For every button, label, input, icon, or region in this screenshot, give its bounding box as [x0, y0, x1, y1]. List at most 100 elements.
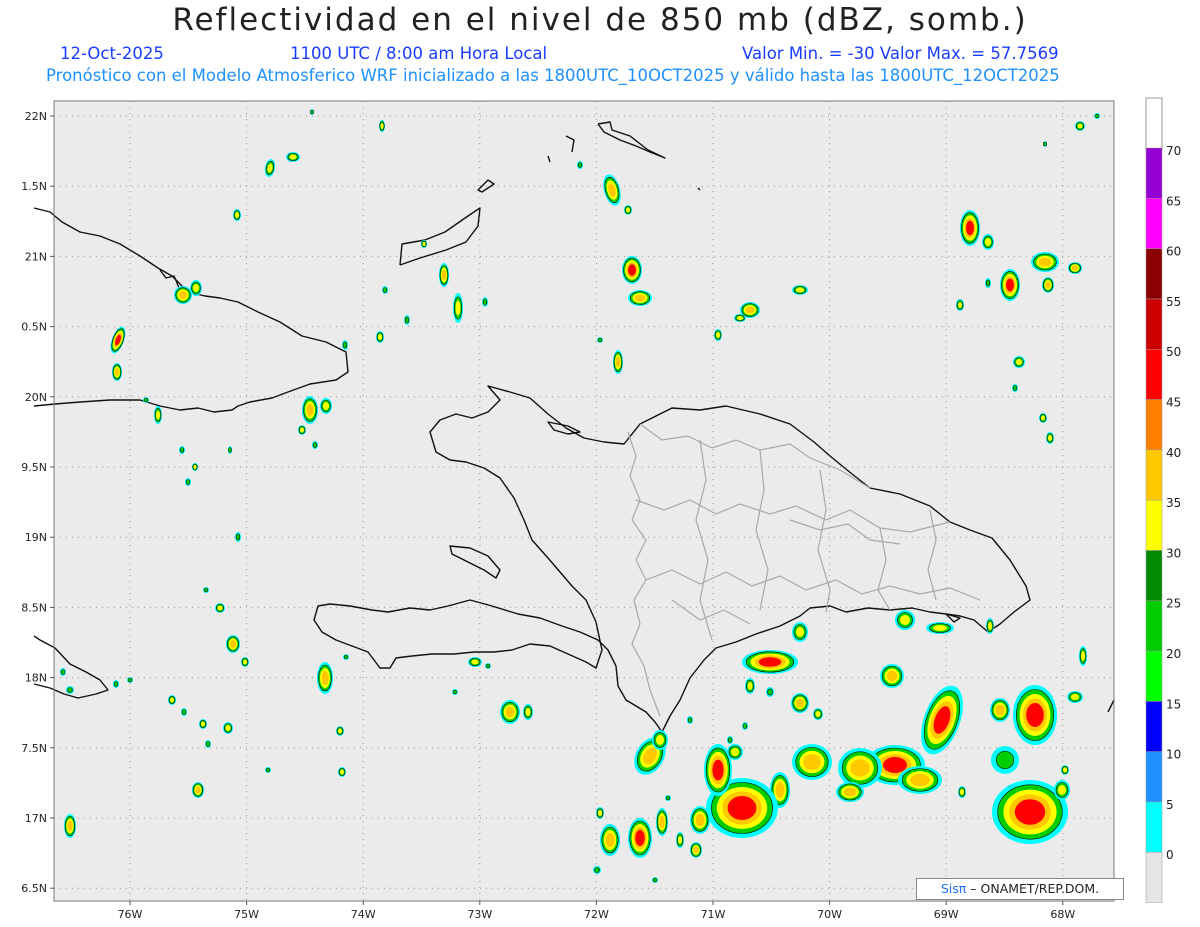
storm-cell	[1012, 384, 1018, 392]
colorbar-segment	[1145, 399, 1163, 451]
storm-cell	[223, 722, 233, 734]
storm-cell	[338, 767, 346, 777]
storm-cell	[235, 532, 241, 542]
colorbar-label: 5	[1166, 798, 1174, 812]
storm-cell	[1013, 685, 1057, 745]
reflectivity-map: 22N 1.5N 21N 0.5N 20N 9.5N 19N 8.5N 18N 7.5N 17N 6.…	[21, 97, 1181, 921]
lon-label: 73W	[467, 908, 492, 921]
storm-cell	[154, 406, 162, 424]
storm-cell	[382, 286, 388, 294]
colorbar-segment	[1145, 248, 1163, 300]
storm-cell	[113, 680, 119, 688]
storm-cell	[181, 708, 187, 716]
colorbar-label: 40	[1166, 446, 1181, 460]
storm-cell	[742, 722, 748, 730]
storm-cell	[982, 234, 994, 250]
storm-cell	[127, 677, 133, 683]
lon-label: 76W	[118, 908, 143, 921]
storm-cell	[958, 786, 966, 798]
storm-cell	[665, 795, 671, 801]
longitude-labels: 76W 75W 74W 73W 72W 71W 70W 69W 68W	[118, 901, 1075, 921]
storm-cell	[439, 263, 449, 287]
storm-cell	[215, 603, 225, 613]
lon-label: 74W	[351, 908, 376, 921]
lat-label: 21N	[25, 250, 47, 263]
storm-cell	[421, 240, 427, 248]
lon-label: 72W	[584, 908, 609, 921]
lat-label: 18N	[25, 672, 47, 685]
storm-cell	[317, 662, 333, 694]
colorbar: 0 5 10 15 20 25 30 35 40 45 50 55 60 65 70	[1145, 97, 1181, 903]
colorbar-segment	[1145, 298, 1163, 350]
storm-cell	[745, 678, 755, 694]
storm-cell	[1013, 356, 1025, 368]
storm-cell	[60, 668, 66, 676]
storm-cell	[1000, 269, 1020, 301]
lat-label: 19N	[25, 531, 47, 544]
storm-cell	[312, 441, 318, 449]
storm-cell	[298, 425, 306, 435]
storm-cell	[676, 832, 684, 848]
storm-cell	[226, 635, 240, 653]
storm-cell	[143, 397, 149, 403]
colorbar-segment	[1145, 550, 1163, 601]
storm-cell	[228, 446, 232, 454]
lat-label: 6.5N	[21, 882, 47, 895]
storm-cell	[628, 818, 652, 858]
storm-cell	[813, 708, 823, 720]
storm-cell	[174, 286, 192, 304]
storm-cell	[190, 280, 202, 296]
lon-label: 68W	[1050, 908, 1075, 921]
storm-cell	[838, 748, 882, 788]
map-background	[54, 101, 1114, 901]
colorbar-segment	[1145, 198, 1163, 249]
colorbar-label: 50	[1166, 345, 1181, 359]
lat-label: 9.5N	[21, 461, 47, 474]
storm-cell	[203, 587, 209, 593]
storm-cell	[112, 363, 122, 381]
colorbar-segment	[1145, 449, 1163, 501]
storm-cell	[727, 736, 733, 744]
colorbar-label: 55	[1166, 295, 1181, 309]
storm-cell	[64, 814, 76, 838]
sispi-logo: Sisπ	[940, 881, 967, 896]
storm-cell	[1075, 121, 1085, 131]
storm-cell	[192, 463, 198, 471]
colorbar-segment	[1145, 701, 1163, 752]
colorbar-label: 0	[1166, 848, 1174, 862]
storm-cell	[991, 746, 1019, 774]
storm-cell	[652, 877, 658, 883]
colorbar-label: 60	[1166, 245, 1181, 259]
storm-cell	[990, 698, 1010, 722]
storm-cell	[482, 297, 488, 307]
storm-cell	[985, 278, 991, 288]
storm-cell	[310, 109, 314, 115]
storm-cell	[1067, 691, 1083, 703]
colorbar-label: 65	[1166, 194, 1181, 208]
storm-cell	[652, 730, 668, 750]
storm-cell	[577, 161, 583, 169]
colorbar-segment	[1145, 801, 1163, 853]
lon-label: 75W	[234, 908, 259, 921]
colorbar-segment	[1145, 348, 1163, 400]
storm-cell	[379, 120, 385, 132]
colorbar-segment	[1145, 851, 1163, 903]
storm-cell	[926, 622, 954, 634]
lat-label: 7.5N	[21, 742, 47, 755]
storm-cell	[485, 663, 491, 669]
storm-cell	[766, 687, 774, 697]
storm-cell	[600, 824, 620, 856]
storm-cell	[622, 256, 642, 284]
colorbar-segment	[1145, 147, 1163, 199]
storm-cell	[453, 293, 463, 323]
storm-cell	[500, 700, 520, 724]
storm-cell	[714, 329, 722, 341]
credit-box: Sisπ – ONAMET/REP.DOM.	[916, 878, 1124, 900]
storm-cell	[742, 650, 798, 674]
lat-label: 17N	[25, 812, 47, 825]
storm-cell	[624, 205, 632, 215]
lat-label: 1.5N	[21, 180, 47, 193]
storm-cell	[241, 657, 249, 667]
storm-cell	[898, 766, 942, 794]
storm-cell	[468, 657, 482, 667]
